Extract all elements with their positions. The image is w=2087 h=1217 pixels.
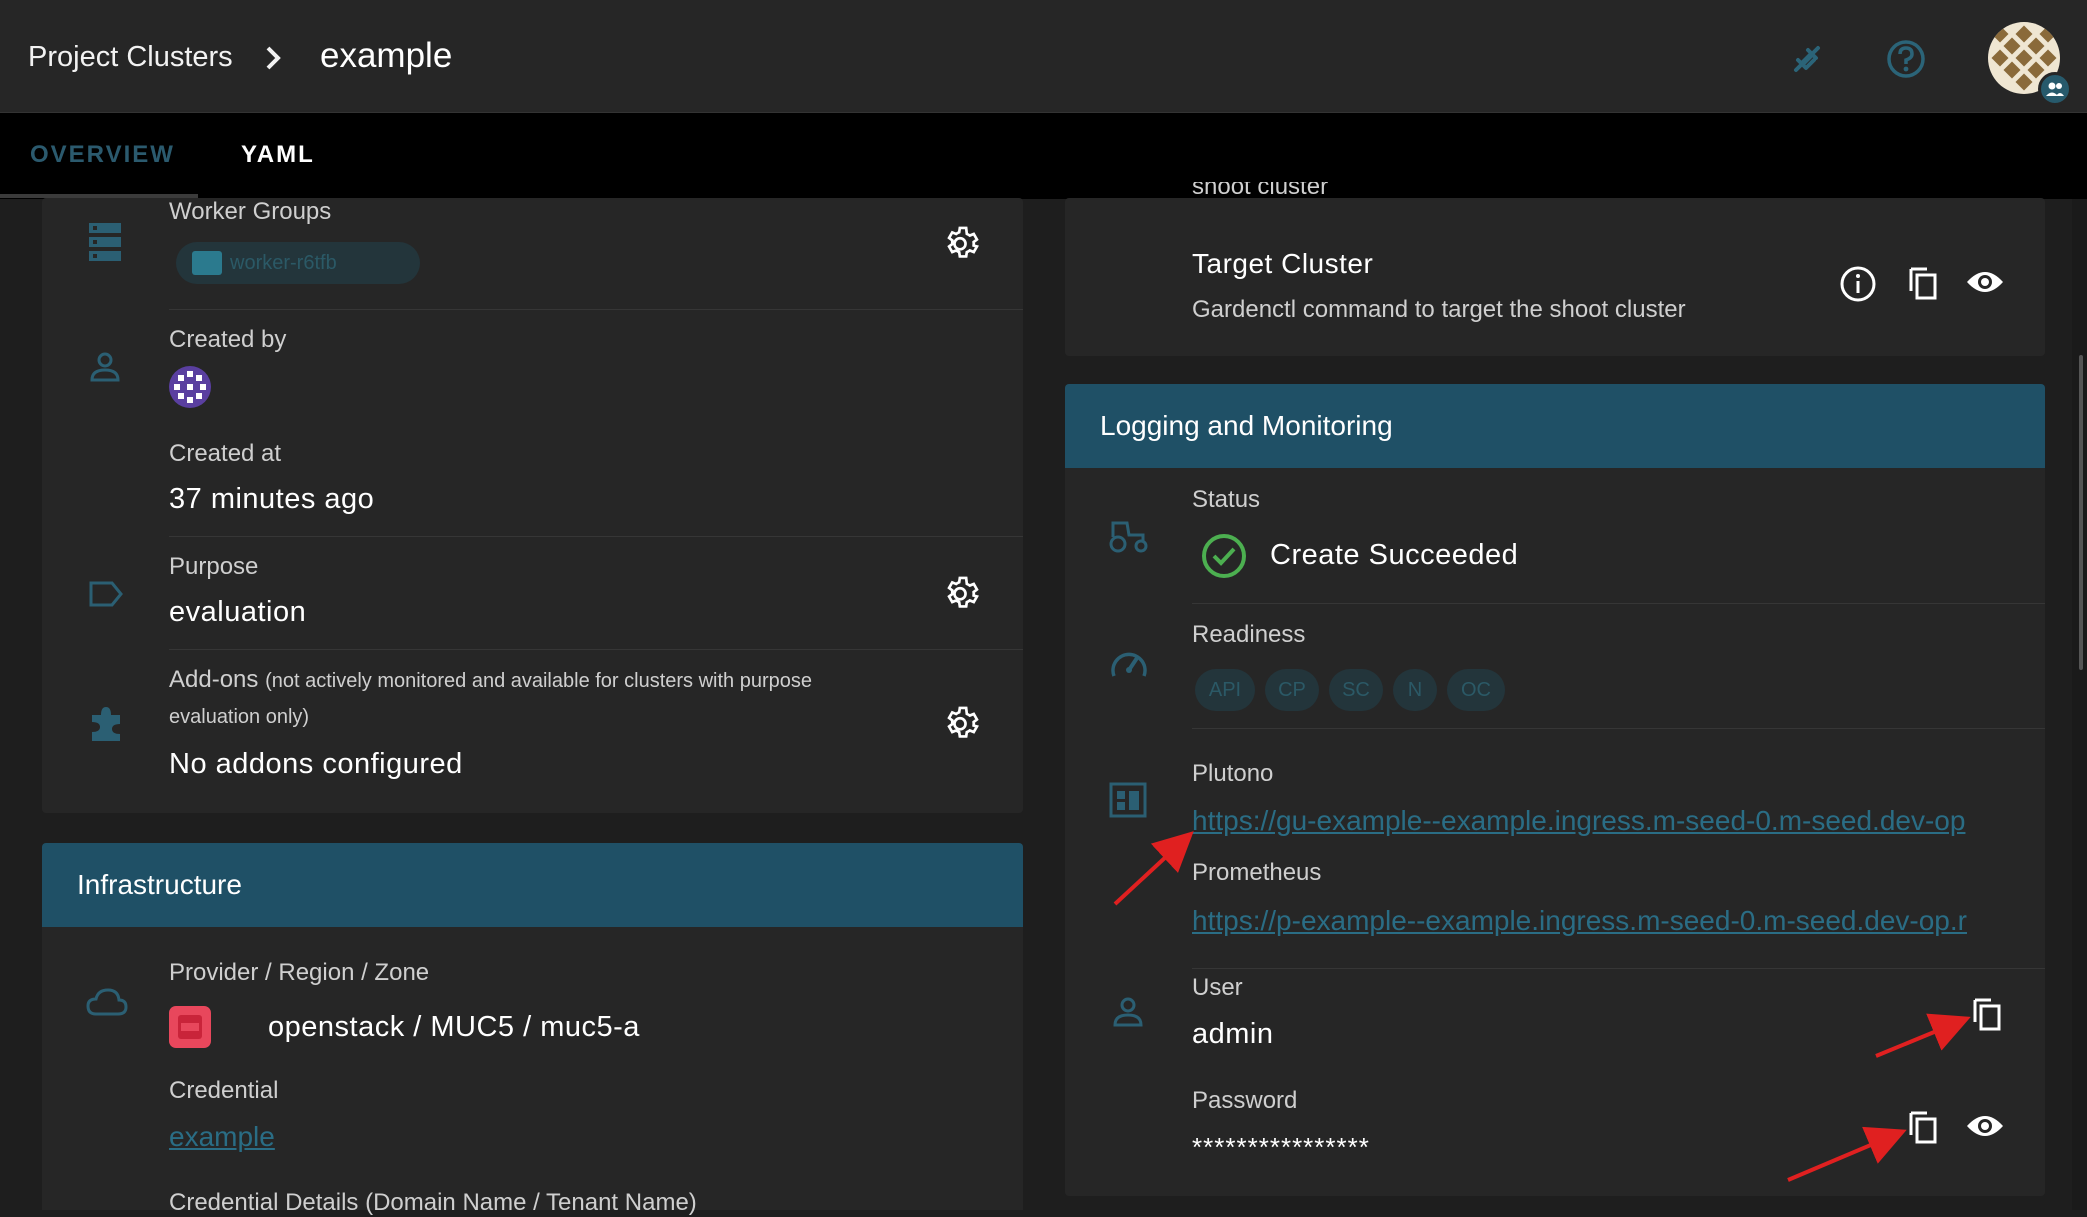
addons-value: No addons configured <box>169 748 463 780</box>
cloud-icon <box>86 988 128 1016</box>
divider <box>1192 728 2045 729</box>
monitor-dashboard-icon <box>1109 782 1147 818</box>
worker-groups-label: Worker Groups <box>169 198 332 225</box>
addons-note: (not actively monitored and available fo… <box>265 670 813 692</box>
account-group-icon <box>2038 72 2072 106</box>
tab-bar: OVERVIEW YAML <box>0 113 2087 199</box>
partial-description: shoot cluster <box>1192 182 1329 200</box>
openstack-logo-icon <box>169 1006 211 1048</box>
credential-link[interactable]: example <box>169 1121 275 1153</box>
infrastructure-title: Infrastructure <box>77 869 242 900</box>
creator-avatar[interactable] <box>169 366 211 408</box>
divider <box>169 309 1023 310</box>
target-cluster-description: Gardenctl command to target the shoot cl… <box>1192 296 1686 323</box>
readiness-chip-api[interactable]: API <box>1195 669 1255 711</box>
readiness-chip-oc[interactable]: OC <box>1447 669 1505 711</box>
account-icon <box>90 352 120 382</box>
plutono-link[interactable]: https://gu-example--example.ingress.m-se… <box>1192 805 2018 837</box>
check-circle-icon <box>1202 534 1246 578</box>
tab-overview[interactable]: OVERVIEW <box>30 141 175 169</box>
logging-header: Logging and Monitoring <box>1065 384 2045 468</box>
readiness-chip-cp[interactable]: CP <box>1265 669 1319 711</box>
gear-icon[interactable] <box>944 574 982 612</box>
password-value: **************** <box>1192 1132 1370 1162</box>
created-at-label: Created at <box>169 440 282 467</box>
infrastructure-header: Infrastructure <box>42 843 1023 927</box>
scrollbar-thumb[interactable] <box>2079 355 2083 670</box>
addons-label: Add-ons (not actively monitored and avai… <box>169 666 812 694</box>
plutono-label: Plutono <box>1192 760 1274 787</box>
infrastructure-card: Infrastructure Provider / Region / Zone … <box>42 843 1023 1216</box>
status-label: Status <box>1192 486 1261 513</box>
readiness-chip-sc[interactable]: SC <box>1329 669 1383 711</box>
access-card: shoot cluster Target Cluster Gardenctl c… <box>1065 182 2045 356</box>
copy-icon[interactable] <box>1971 996 2003 1032</box>
breadcrumb-project-clusters[interactable]: Project Clusters <box>28 41 233 74</box>
eye-icon[interactable] <box>1965 268 2005 296</box>
addons-note-continued: evaluation only) <box>169 706 310 728</box>
prometheus-label: Prometheus <box>1192 859 1322 886</box>
account-icon <box>1113 997 1143 1027</box>
user-value: admin <box>1192 1018 1274 1050</box>
speedometer-icon <box>1111 652 1147 677</box>
purpose-value: evaluation <box>169 596 307 628</box>
divider <box>169 649 1023 650</box>
chevron-right-icon <box>266 46 281 70</box>
credential-label: Credential <box>169 1077 279 1104</box>
worker-group-chip[interactable]: worker-r6tfb <box>176 242 420 284</box>
divider <box>169 536 1023 537</box>
created-by-label: Created by <box>169 326 287 353</box>
breadcrumb-current: example <box>320 36 453 75</box>
provider-label: Provider / Region / Zone <box>169 959 430 986</box>
provider-value: openstack / MUC5 / muc5-a <box>268 1011 640 1043</box>
app-header: Project Clusters example <box>0 0 2087 113</box>
user-label: User <box>1192 974 1243 1001</box>
eye-icon[interactable] <box>1965 1112 2005 1140</box>
tractor-icon <box>1109 521 1148 553</box>
copy-icon[interactable] <box>1907 265 1939 301</box>
purpose-label: Purpose <box>169 553 259 580</box>
status-value: Create Succeeded <box>1270 539 1519 571</box>
readiness-label: Readiness <box>1192 621 1306 648</box>
logging-monitoring-card: Logging and Monitoring Status Create Suc… <box>1065 384 2045 1196</box>
prometheus-link[interactable]: https://p-example--example.ingress.m-see… <box>1192 905 2018 937</box>
puzzle-icon <box>92 707 120 741</box>
info-icon[interactable] <box>1839 265 1877 303</box>
target-cluster-title: Target Cluster <box>1192 248 1374 279</box>
details-card: Worker Groups worker-r6tfb Created by Cr… <box>42 198 1023 813</box>
help-icon[interactable] <box>1884 37 1928 81</box>
server-icon <box>89 223 121 261</box>
copy-icon[interactable] <box>1907 1109 1939 1145</box>
created-at-value: 37 minutes ago <box>169 483 375 515</box>
label-icon <box>89 581 123 607</box>
divider <box>1192 603 2045 604</box>
password-label: Password <box>1192 1087 1298 1114</box>
divider <box>1192 968 2045 969</box>
worker-group-chip-label: worker-r6tfb <box>230 252 337 274</box>
gear-icon[interactable] <box>944 704 982 742</box>
readiness-chip-n[interactable]: N <box>1393 669 1437 711</box>
addons-label-text: Add-ons <box>169 666 259 693</box>
gear-icon[interactable] <box>944 224 982 262</box>
logging-title: Logging and Monitoring <box>1100 410 1393 441</box>
worker-group-icon <box>192 251 222 275</box>
credential-details-label: Credential Details (Domain Name / Tenant… <box>169 1189 697 1216</box>
scrollbar-track[interactable] <box>2072 199 2087 1210</box>
plug-icon[interactable] <box>1786 40 1826 80</box>
tab-yaml[interactable]: YAML <box>241 141 315 169</box>
